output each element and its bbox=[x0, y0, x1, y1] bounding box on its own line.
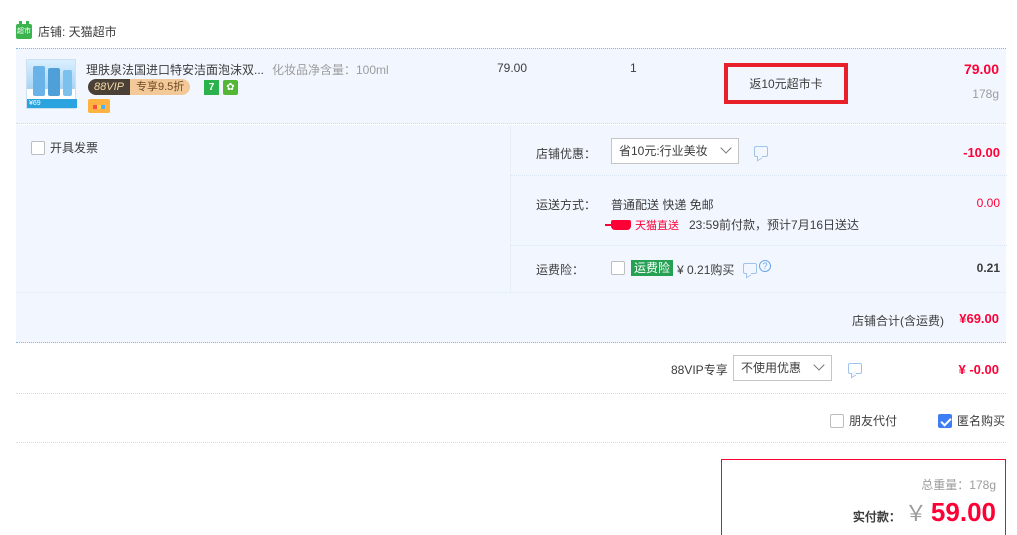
payment-summary: 总重量：178g 实付款： ￥ 59.00 bbox=[721, 459, 1006, 535]
store-promo-label: 店铺优惠： bbox=[536, 147, 597, 161]
tmall-supermarket-icon: 超市 bbox=[16, 20, 32, 39]
payment-options-row: 朋友代付 匿名购买 bbox=[16, 395, 1006, 443]
vip-badge-discount: 专享9.5折 bbox=[129, 79, 191, 95]
store-promo-row: 店铺优惠： 省10元:行业美妆 -10.00 bbox=[511, 125, 1007, 176]
credit-card-icon[interactable] bbox=[88, 99, 110, 113]
friend-pay-checkbox[interactable] bbox=[830, 413, 844, 428]
vip-discount-amount: ¥ -0.00 bbox=[958, 362, 999, 377]
shipping-delivery-info: 天猫直送 23:59前付款，预计7月16日送达 bbox=[605, 216, 860, 233]
insurance-checkbox[interactable] bbox=[611, 261, 625, 275]
anonymous-buy-label: 匿名购买 bbox=[957, 414, 1006, 428]
friend-pay-option[interactable]: 朋友代付 bbox=[830, 412, 897, 429]
order-item-row: ¥69 理肤泉法国进口特安洁面泡沫双... 化妆品净含量：100ml 88VIP… bbox=[16, 48, 1006, 124]
product-bottle-graphic bbox=[63, 70, 72, 96]
order-options-panel: 店铺优惠： 省10元:行业美妆 -10.00 运送方式： 普通配送 快递 免邮 … bbox=[510, 125, 1007, 292]
insurance-price: ¥ 0.21购买 bbox=[677, 263, 735, 277]
anonymous-buy-option[interactable]: 匿名购买 bbox=[938, 412, 1005, 429]
anonymous-buy-checkbox[interactable] bbox=[938, 413, 952, 428]
currency-symbol: ￥ bbox=[904, 501, 927, 526]
product-spec: 化妆品净含量：100ml bbox=[272, 63, 389, 77]
store-promo-select[interactable]: 省10元:行业美妆 bbox=[611, 138, 739, 164]
item-weight: 178g bbox=[972, 87, 999, 101]
supermarket-card-rebate: 返10元超市卡 bbox=[724, 63, 848, 104]
amount-payable-value: 59.00 bbox=[930, 497, 996, 527]
store-total-label: 店铺合计(含运费) bbox=[852, 314, 944, 328]
amount-payable-label: 实付款： bbox=[852, 510, 901, 524]
vip-discount-selected: 不使用优惠 bbox=[741, 361, 802, 375]
seven-day-return-icon[interactable]: 7 bbox=[204, 80, 219, 95]
vip-badge-label: 88VIP bbox=[88, 79, 130, 95]
invoice-checkbox[interactable] bbox=[31, 140, 45, 155]
store-promo-selected: 省10元:行业美妆 bbox=[619, 144, 708, 158]
amount-payable: 实付款： ￥ 59.00 bbox=[853, 496, 996, 528]
friend-pay-label: 朋友代付 bbox=[849, 414, 898, 428]
item-total-price: 79.00 bbox=[963, 61, 999, 77]
help-icon[interactable]: ? bbox=[759, 260, 771, 272]
chevron-down-icon bbox=[720, 142, 732, 154]
total-weight: 总重量：178g bbox=[921, 478, 996, 492]
delivery-estimate: 23:59前付款，预计7月16日送达 bbox=[689, 218, 860, 232]
shipping-label: 运送方式： bbox=[536, 198, 597, 212]
tmall-direct-logo: 天猫直送 bbox=[605, 217, 679, 233]
product-bottle-graphic bbox=[48, 68, 60, 96]
store-total-value: ¥69.00 bbox=[959, 311, 999, 326]
product-title[interactable]: 理肤泉法国进口特安洁面泡沫双... bbox=[86, 61, 266, 78]
store-total-row: 店铺合计(含运费) ¥69.00 bbox=[16, 292, 1006, 343]
store-name[interactable]: 店铺: 天猫超市 bbox=[38, 23, 117, 40]
vip-discount-badge: 88VIP 专享9.5折 bbox=[88, 79, 200, 95]
tmall-direct-label: 天猫直送 bbox=[635, 219, 679, 232]
message-icon[interactable] bbox=[848, 363, 862, 374]
shipping-row: 运送方式： 普通配送 快递 免邮 天猫直送 23:59前付款，预计7月16日送达… bbox=[511, 176, 1007, 246]
item-quantity: 1 bbox=[630, 61, 637, 75]
vip-discount-row: 88VIP专享 不使用优惠 ¥ -0.00 bbox=[16, 344, 1006, 394]
message-icon[interactable] bbox=[754, 146, 768, 157]
shipping-insurance-row: 运费险： 运费险 ¥ 0.21购买 ? 0.21 bbox=[511, 246, 1007, 292]
message-icon[interactable] bbox=[743, 263, 757, 274]
insurance-label: 运费险： bbox=[536, 263, 585, 277]
invoice-label: 开具发票 bbox=[50, 141, 99, 155]
thumbnail-price: ¥69 bbox=[29, 100, 41, 107]
invoice-option[interactable]: 开具发票 bbox=[31, 139, 98, 156]
vip-discount-label: 88VIP专享 bbox=[671, 363, 728, 377]
insurance-badge: 运费险 bbox=[631, 260, 674, 276]
product-thumbnail[interactable]: ¥69 bbox=[26, 59, 77, 109]
guarantee-icon[interactable]: ✿ bbox=[223, 80, 238, 95]
tmall-cat-icon bbox=[605, 219, 631, 230]
order-options-block: 开具发票 店铺优惠： 省10元:行业美妆 -10.00 运送方式： 普通配送 快… bbox=[16, 125, 1007, 343]
insurance-amount: 0.21 bbox=[976, 261, 1000, 275]
chevron-down-icon bbox=[813, 359, 825, 371]
store-header: 超市 店铺: 天猫超市 bbox=[16, 20, 117, 40]
store-promo-amount: -10.00 bbox=[963, 145, 1000, 160]
shipping-method: 普通配送 快递 免邮 bbox=[611, 198, 714, 212]
product-bottle-graphic bbox=[33, 66, 45, 96]
shipping-amount: 0.00 bbox=[976, 196, 1000, 210]
vip-discount-select[interactable]: 不使用优惠 bbox=[733, 355, 832, 381]
unit-price: 79.00 bbox=[497, 61, 528, 75]
